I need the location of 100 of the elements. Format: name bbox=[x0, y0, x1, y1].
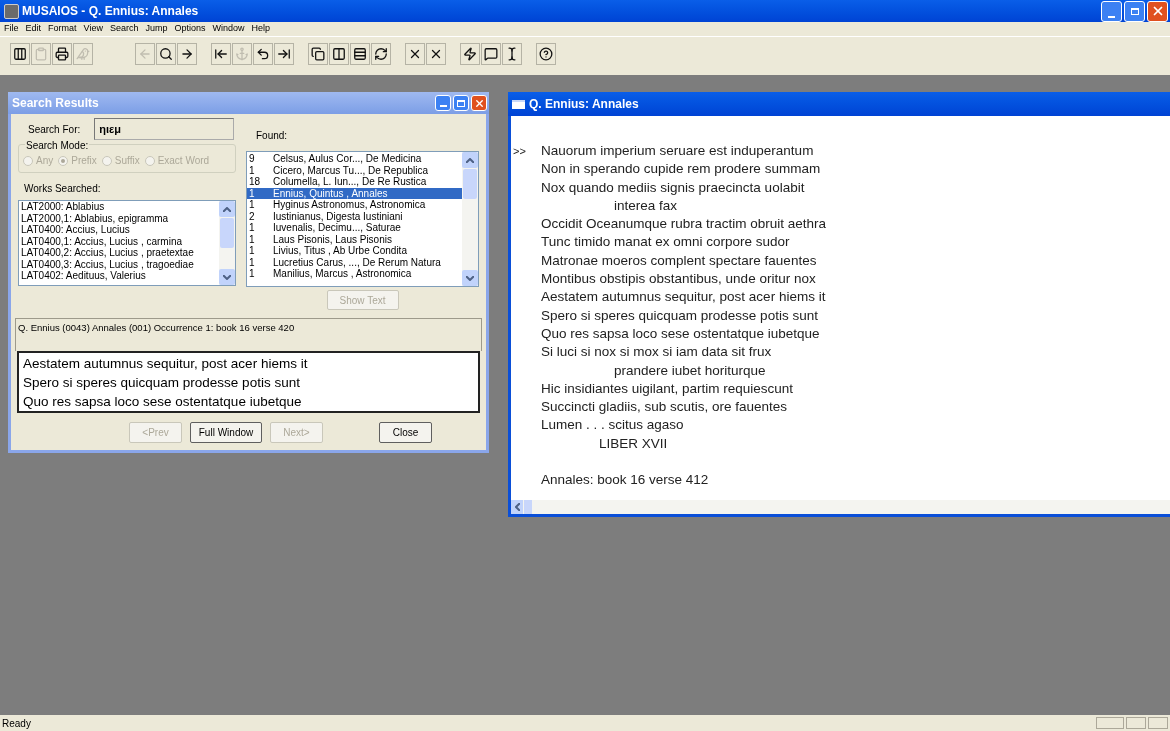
toolbar-button[interactable] bbox=[10, 42, 30, 65]
found-row[interactable]: 1 Livius, Titus , Ab Urbe Condita bbox=[247, 245, 462, 257]
list-item[interactable]: LAT0402: Aedituus, Valerius bbox=[21, 270, 219, 282]
found-row[interactable]: 1 Manilius, Marcus , Astronomica bbox=[247, 268, 462, 280]
verse-line: Nox quando mediis signis praecincta uolabit bbox=[541, 178, 805, 197]
anchor-icon bbox=[235, 46, 249, 61]
verse-line: Matronae moeros complent spectare fauentes bbox=[541, 251, 817, 270]
refresh-icon bbox=[374, 46, 388, 61]
maximize-button[interactable] bbox=[1124, 0, 1145, 22]
menu-item[interactable]: Window bbox=[212, 22, 245, 36]
toolbar-button[interactable] bbox=[211, 42, 231, 65]
found-row[interactable]: 9 Celsus, Aulus Cor..., De Medicina bbox=[247, 153, 462, 165]
current-line-marker: >> bbox=[513, 144, 526, 159]
list-item[interactable]: LAT0400,3: Accius, Lucius , tragoediae bbox=[21, 258, 219, 270]
dialog-button[interactable]: Close bbox=[379, 422, 432, 443]
toolbar-button[interactable] bbox=[156, 42, 176, 65]
scroll-thumb[interactable] bbox=[524, 500, 532, 514]
list-item[interactable]: LAT0400: Accius, Lucius bbox=[21, 224, 219, 236]
scroll-thumb[interactable] bbox=[463, 169, 477, 199]
toolbar-button[interactable] bbox=[536, 42, 556, 65]
count-cell-text: 1 bbox=[249, 256, 256, 268]
count-cell-text: 1 bbox=[249, 187, 256, 199]
count-cell-text: 9 bbox=[249, 153, 256, 165]
menu-item[interactable]: File bbox=[4, 22, 19, 36]
toolbar-button[interactable] bbox=[481, 42, 501, 65]
toolbar-button[interactable] bbox=[274, 42, 294, 65]
verse-line: interea fax bbox=[614, 196, 678, 215]
toolbar-button[interactable] bbox=[253, 42, 273, 65]
verse-line: Succincti gladiis, sub scutis, ore fauentes bbox=[541, 398, 788, 417]
close-button[interactable] bbox=[471, 95, 487, 111]
toolbar-button[interactable] bbox=[177, 42, 197, 65]
status-panel bbox=[1096, 717, 1124, 729]
count-cell-text: 2 bbox=[249, 210, 256, 222]
verse-line: Non in sperando cupide rem prodere summam bbox=[541, 160, 821, 179]
menu-item[interactable]: Format bbox=[48, 22, 77, 36]
dialog-button[interactable]: Full Window bbox=[190, 422, 262, 443]
verse-line: Occidit Oceanumque rubra tractim obruit aethra bbox=[541, 215, 827, 234]
columns-icon bbox=[332, 46, 346, 61]
work-cell: Lucretius Carus, ..., De Rerum Natura bbox=[273, 256, 441, 268]
minimize-button[interactable] bbox=[1101, 0, 1122, 22]
toolbar-button[interactable] bbox=[52, 42, 72, 65]
menu-item[interactable]: View bbox=[83, 22, 103, 36]
found-row[interactable]: 18 Columella, L. Iun..., De Re Rustica bbox=[247, 176, 462, 188]
help-icon bbox=[539, 46, 553, 61]
radio-label: Any bbox=[36, 154, 54, 168]
count-cell-text: 1 bbox=[249, 233, 256, 245]
count-cell-text: 1 bbox=[249, 199, 256, 211]
status-panel bbox=[1148, 717, 1168, 729]
search-field[interactable]: ηιεμ bbox=[94, 118, 235, 140]
toolbar-button[interactable] bbox=[350, 42, 370, 65]
scroll-thumb[interactable] bbox=[220, 218, 234, 248]
found-row[interactable]: 1 Hyginus Astronomus, Astronomica bbox=[247, 199, 462, 211]
work-cell: Laus Pisonis, Laus Pisonis bbox=[273, 233, 392, 245]
toolbar-button[interactable] bbox=[308, 42, 328, 65]
close-button[interactable] bbox=[1147, 0, 1168, 22]
minimize-button[interactable] bbox=[435, 95, 451, 111]
work-cell: Iuvenalis, Decimu..., Saturae bbox=[273, 222, 401, 234]
found-row[interactable]: 1 Laus Pisonis, Laus Pisonis bbox=[247, 233, 462, 245]
menu-item[interactable]: Help bbox=[251, 22, 270, 36]
occurrence-text: Q. Ennius (0043) Annales (001) Occurrence 1: book 16 verse 420 bbox=[18, 322, 295, 333]
maximize-button[interactable] bbox=[453, 95, 469, 111]
search-icon bbox=[159, 46, 173, 61]
close-icon bbox=[473, 97, 485, 109]
scrollbar[interactable] bbox=[462, 152, 478, 286]
work-cell: Hyginus Astronomus, Astronomica bbox=[273, 199, 426, 211]
verse-line: Lumen . . . scitus agaso bbox=[541, 416, 684, 435]
excerpt-line: Aestatem autumnus sequitur, post acer hiems it bbox=[23, 355, 309, 373]
verse-line: Tunc timido manat ex omni corpore sudor bbox=[541, 233, 790, 252]
toolbar-button[interactable] bbox=[426, 42, 446, 65]
menu-item[interactable]: Options bbox=[174, 22, 206, 36]
columns-icon bbox=[13, 46, 27, 61]
found-row[interactable]: 2 Iustinianus, Digesta Iustiniani bbox=[247, 210, 462, 222]
found-row[interactable]: 1 Ennius, Quintus , Annales bbox=[247, 187, 462, 199]
menu-item[interactable]: Edit bbox=[25, 22, 42, 36]
list-item[interactable]: LAT0400,2: Accius, Lucius , praetextae bbox=[21, 247, 219, 259]
window-title: Q. Ennius: Annales bbox=[529, 96, 639, 113]
status-panel bbox=[1126, 717, 1146, 729]
list-item[interactable]: LAT0400,1: Accius, Lucius , carmina bbox=[21, 235, 219, 247]
toolbar-button[interactable] bbox=[371, 42, 391, 65]
work-cell: Celsus, Aulus Cor..., De Medicina bbox=[273, 153, 422, 165]
toolbar-button[interactable] bbox=[329, 42, 349, 65]
list-item[interactable]: LAT2000: Ablabius bbox=[21, 201, 219, 213]
list-label: Found: bbox=[255, 129, 289, 143]
found-row[interactable]: 1 Lucretius Carus, ..., De Rerum Natura bbox=[247, 256, 462, 268]
toolbar-button[interactable] bbox=[502, 42, 522, 65]
works-list[interactable] bbox=[18, 200, 236, 286]
found-list[interactable] bbox=[246, 151, 479, 287]
toolbar-button[interactable] bbox=[460, 42, 480, 65]
work-cell: Iustinianus, Digesta Iustiniani bbox=[273, 210, 403, 222]
found-row[interactable]: 1 Iuvenalis, Decimu..., Saturae bbox=[247, 222, 462, 234]
last-icon bbox=[277, 46, 291, 61]
window-icon bbox=[512, 99, 525, 109]
toolbar-button[interactable] bbox=[405, 42, 425, 65]
list-item[interactable]: LAT2000,1: Ablabius, epigramma bbox=[21, 212, 219, 224]
left-arrow-icon bbox=[138, 46, 152, 61]
scrollbar[interactable] bbox=[219, 201, 235, 285]
menu-item[interactable]: Jump bbox=[145, 22, 168, 36]
menu-item[interactable]: Search bbox=[109, 22, 139, 36]
horizontal-scrollbar[interactable] bbox=[511, 500, 1170, 514]
found-row[interactable]: 1 Cicero, Marcus Tu..., De Republica bbox=[247, 164, 462, 176]
